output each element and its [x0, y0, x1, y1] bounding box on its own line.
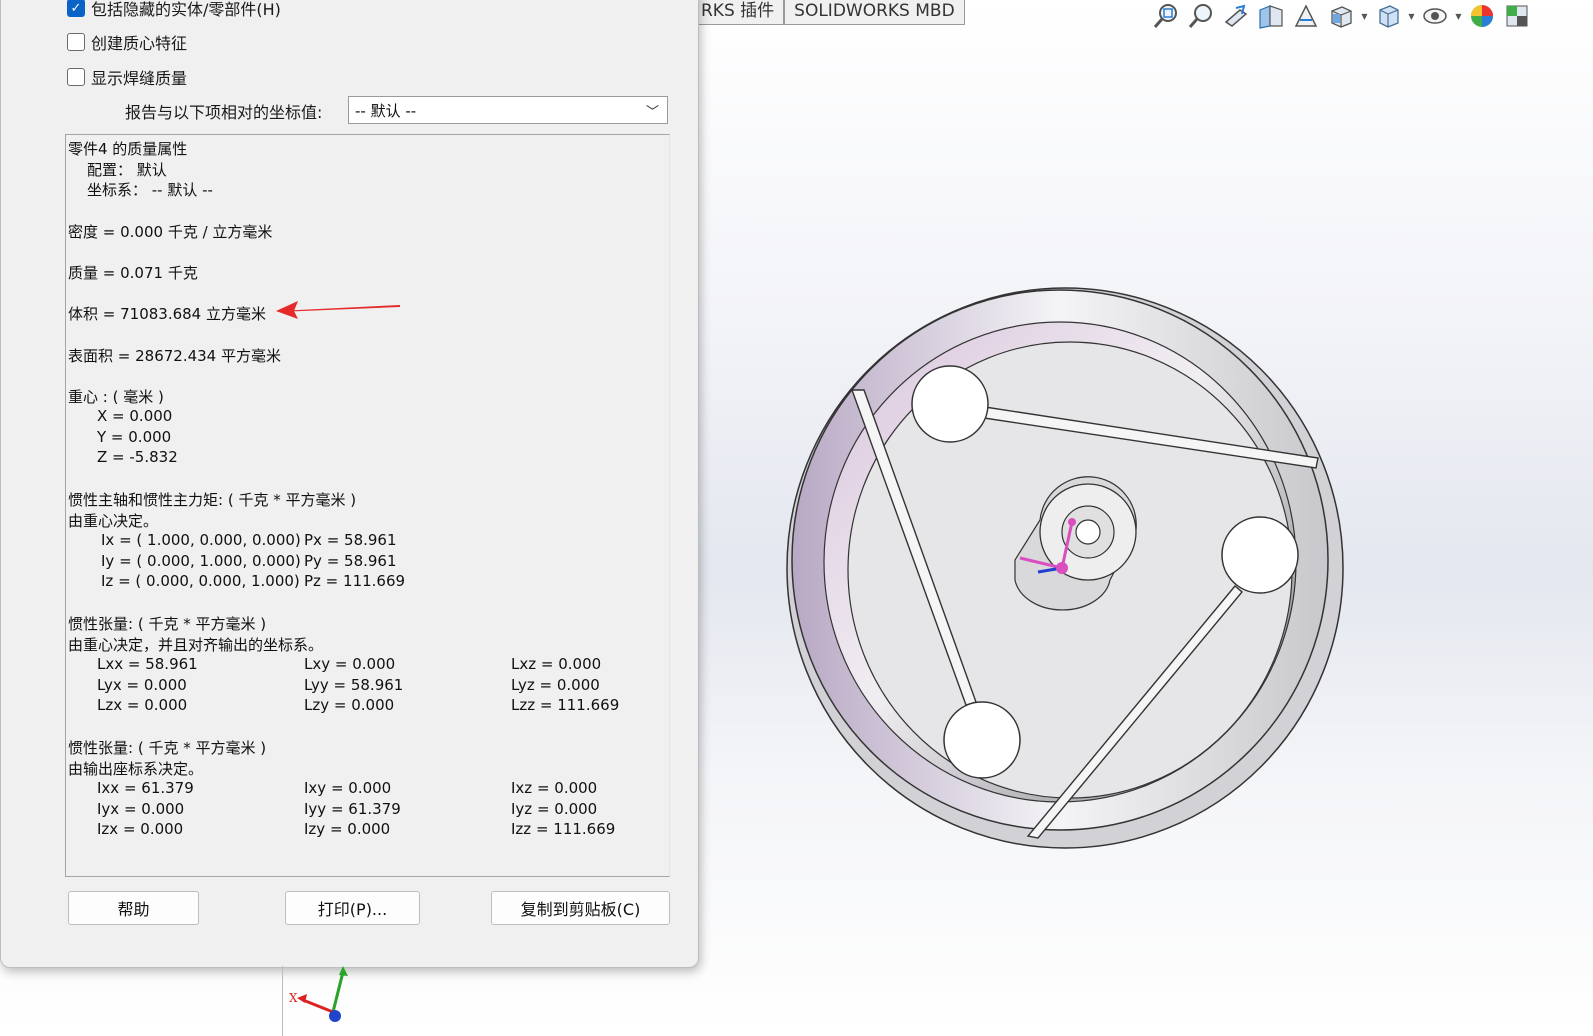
print-button[interactable]: 打印(P)...: [285, 891, 420, 925]
config-line: 配置： 默认: [87, 161, 167, 179]
heads-up-view-toolbar: ▼ ▼ ▼: [1150, 0, 1533, 32]
principal-axis-y: Iy = ( 0.000, 1.000, 0.000): [101, 552, 301, 570]
zoom-to-area-icon[interactable]: [1185, 1, 1217, 31]
display-style-icon[interactable]: [1372, 1, 1404, 31]
principal-axis-x: Ix = ( 1.000, 0.000, 0.000): [101, 531, 301, 549]
tensor-cell: Lzz = 111.669: [511, 696, 620, 714]
show-weld-mass-checkbox[interactable]: [67, 68, 85, 86]
cog-z: Z = -5.832: [97, 448, 178, 466]
reference-triad-icon: X: [289, 966, 348, 1022]
include-hidden-bodies-checkbox[interactable]: ✓: [67, 0, 85, 17]
view-orientation-icon[interactable]: [1325, 1, 1357, 31]
mass-properties-dialog: ✓ 包括隐藏的实体/零部件(H) 创建质心特征 显示焊缝质量 报告与以下项相对的…: [0, 0, 699, 968]
edit-appearance-icon[interactable]: [1466, 1, 1498, 31]
chevron-down-icon[interactable]: ▼: [1407, 12, 1416, 21]
tensor-output-title: 惯性张量: ( 千克 * 平方毫米 ): [68, 739, 267, 757]
volume-line: 体积 = 71083.684 立方毫米: [68, 305, 266, 323]
tensor-cell: Iyy = 61.379: [304, 800, 401, 818]
coord-sys-line: 坐标系： -- 默认 --: [87, 181, 213, 199]
chevron-down-icon[interactable]: ▼: [1360, 12, 1369, 21]
cog-title: 重心 : ( 毫米 ): [68, 388, 164, 406]
tensor-cell: Lxy = 0.000: [304, 655, 396, 673]
density-line: 密度 = 0.000 千克 / 立方毫米: [68, 223, 273, 241]
create-com-feature-checkbox[interactable]: [67, 33, 85, 51]
principal-moment-z: Pz = 111.669: [304, 572, 406, 590]
tensor-cell: Iyx = 0.000: [97, 800, 185, 818]
copy-to-clipboard-button[interactable]: 复制到剪贴板(C): [491, 891, 670, 925]
tensor-com-subtitle: 由重心决定，并且对齐输出的坐标系。: [68, 636, 324, 654]
principal-title: 惯性主轴和惯性主力矩: ( 千克 * 平方毫米 ): [68, 491, 357, 509]
chevron-down-icon: ﹀: [645, 105, 659, 120]
coord-system-value: -- 默认 --: [355, 102, 417, 120]
chevron-down-icon[interactable]: ▼: [1454, 12, 1463, 21]
results-title: 零件4 的质量属性: [68, 140, 188, 158]
tensor-cell: Ixz = 0.000: [511, 779, 598, 797]
include-hidden-bodies-option[interactable]: ✓ 包括隐藏的实体/零部件(H): [67, 0, 281, 19]
hide-show-items-icon[interactable]: [1419, 1, 1451, 31]
show-weld-mass-option[interactable]: 显示焊缝质量: [67, 66, 187, 88]
triad-x-label: X: [289, 991, 298, 1005]
tensor-cell: Iyz = 0.000: [511, 800, 598, 818]
coord-system-select[interactable]: -- 默认 -- ﹀: [348, 96, 668, 124]
tab-plugins[interactable]: RKS 插件: [698, 0, 785, 25]
tensor-cell: Lyz = 0.000: [511, 676, 600, 694]
include-hidden-bodies-label: 包括隐藏的实体/零部件(H): [91, 0, 281, 19]
dynamic-annotation-icon[interactable]: [1290, 1, 1322, 31]
principal-subtitle: 由重心决定。: [68, 512, 159, 530]
create-com-feature-label: 创建质心特征: [91, 34, 188, 53]
tensor-cell: Lzy = 0.000: [304, 696, 395, 714]
tab-solidworks-mbd[interactable]: SOLIDWORKS MBD: [784, 0, 965, 25]
tensor-com-title: 惯性张量: ( 千克 * 平方毫米 ): [68, 615, 267, 633]
annotation-arrow-icon: [276, 301, 400, 319]
surface-area-line: 表面积 = 28672.434 平方毫米: [68, 347, 281, 365]
tensor-output-subtitle: 由输出座标系决定。: [68, 760, 204, 778]
tensor-cell: Lzx = 0.000: [97, 696, 188, 714]
tensor-cell: Lyy = 58.961: [304, 676, 404, 694]
command-tabs: RKS 插件 SOLIDWORKS MBD: [698, 0, 965, 25]
mass-line: 质量 = 0.071 千克: [68, 264, 198, 282]
tensor-cell: Izx = 0.000: [97, 820, 184, 838]
tensor-cell: Lxz = 0.000: [511, 655, 602, 673]
tensor-cell: Lyx = 0.000: [97, 676, 187, 694]
tensor-cell: Ixx = 61.379: [97, 779, 194, 797]
principal-axis-z: Iz = ( 0.000, 0.000, 1.000): [101, 572, 300, 590]
zoom-to-fit-icon[interactable]: [1150, 1, 1182, 31]
viewport-divider: [282, 966, 283, 1036]
principal-moment-x: Px = 58.961: [304, 531, 397, 549]
tensor-cell: Izz = 111.669: [511, 820, 616, 838]
section-view-icon[interactable]: [1255, 1, 1287, 31]
cog-y: Y = 0.000: [97, 428, 172, 446]
tensor-cell: Ixy = 0.000: [304, 779, 392, 797]
help-button[interactable]: 帮助: [68, 891, 199, 925]
tensor-cell: Izy = 0.000: [304, 820, 391, 838]
create-com-feature-option[interactable]: 创建质心特征: [67, 31, 187, 53]
show-weld-mass-label: 显示焊缝质量: [91, 69, 188, 88]
mass-properties-results[interactable]: 零件4 的质量属性 配置： 默认 坐标系： -- 默认 -- 密度 = 0.00…: [65, 134, 670, 877]
cog-x: X = 0.000: [97, 407, 173, 425]
principal-moment-y: Py = 58.961: [304, 552, 397, 570]
previous-view-icon[interactable]: [1220, 1, 1252, 31]
part-model-render[interactable]: [770, 270, 1370, 870]
apply-scene-icon[interactable]: [1501, 1, 1533, 31]
coord-system-label: 报告与以下项相对的坐标值:: [125, 103, 323, 122]
tensor-cell: Lxx = 58.961: [97, 655, 198, 673]
